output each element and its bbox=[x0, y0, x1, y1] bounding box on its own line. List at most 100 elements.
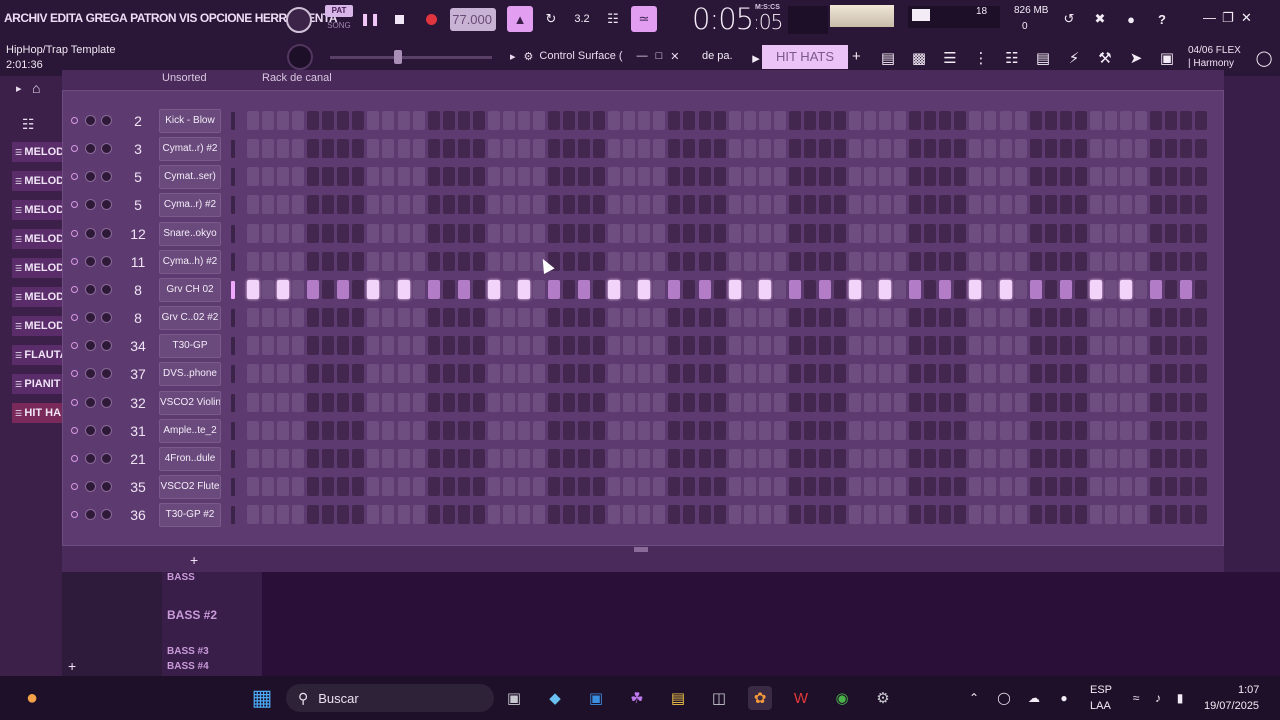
step-button[interactable] bbox=[337, 448, 350, 468]
step-button[interactable] bbox=[1104, 505, 1117, 525]
step-button[interactable] bbox=[668, 167, 681, 187]
channel-rack-button[interactable]: ☰ bbox=[938, 46, 962, 70]
step-button[interactable] bbox=[954, 195, 967, 215]
step-button[interactable] bbox=[1014, 139, 1027, 159]
step-button[interactable] bbox=[487, 336, 500, 356]
step-button[interactable] bbox=[502, 308, 515, 328]
step-button[interactable] bbox=[487, 111, 500, 130]
step-button[interactable] bbox=[578, 251, 591, 271]
step-button[interactable] bbox=[668, 392, 681, 412]
step-button[interactable] bbox=[397, 448, 410, 468]
outlook-icon[interactable]: ▣ bbox=[584, 686, 608, 710]
step-button[interactable] bbox=[803, 111, 816, 130]
step-button[interactable] bbox=[999, 392, 1012, 412]
step-button[interactable] bbox=[548, 223, 560, 243]
step-button[interactable] bbox=[894, 279, 907, 299]
step-button[interactable] bbox=[743, 364, 756, 384]
step-button[interactable] bbox=[728, 448, 741, 468]
step-button[interactable] bbox=[382, 336, 395, 356]
step-button[interactable] bbox=[517, 223, 530, 243]
mixer-track-number[interactable]: 36 bbox=[121, 504, 155, 526]
step-button[interactable] bbox=[502, 448, 515, 468]
volume-icon[interactable]: ♪ bbox=[1146, 686, 1170, 710]
step-button[interactable] bbox=[472, 476, 485, 496]
step-button[interactable] bbox=[969, 223, 982, 243]
step-button[interactable] bbox=[1180, 195, 1193, 215]
channel-name-button[interactable]: Kick - Blow bbox=[159, 109, 221, 133]
step-button[interactable] bbox=[563, 448, 576, 468]
step-button[interactable] bbox=[1044, 279, 1057, 299]
step-button[interactable] bbox=[292, 139, 305, 159]
step-button[interactable] bbox=[262, 336, 275, 356]
step-button[interactable] bbox=[1119, 223, 1132, 243]
step-button[interactable] bbox=[502, 364, 515, 384]
step-button[interactable] bbox=[1044, 364, 1057, 384]
step-button[interactable] bbox=[277, 392, 290, 412]
store-button[interactable]: ▣ bbox=[1155, 46, 1179, 70]
step-button[interactable] bbox=[548, 308, 560, 328]
step-button[interactable] bbox=[1074, 505, 1087, 525]
weather-icon[interactable]: ● bbox=[20, 686, 44, 710]
step-button[interactable] bbox=[292, 476, 305, 496]
step-button[interactable] bbox=[442, 195, 455, 215]
step-button[interactable] bbox=[442, 364, 455, 384]
step-button[interactable] bbox=[683, 476, 696, 496]
step-button[interactable] bbox=[1059, 448, 1072, 468]
step-button[interactable] bbox=[608, 111, 621, 130]
step-button[interactable] bbox=[472, 420, 485, 440]
channel-name-button[interactable]: VSCO2 Flute bbox=[159, 474, 221, 499]
step-button[interactable] bbox=[999, 476, 1012, 496]
step-button[interactable] bbox=[307, 139, 320, 159]
step-button[interactable] bbox=[352, 392, 365, 412]
step-button[interactable] bbox=[1059, 476, 1072, 496]
news-panel[interactable]: 04/06 FLEX | Harmony bbox=[1188, 44, 1241, 70]
step-button[interactable] bbox=[593, 476, 606, 496]
step-button[interactable] bbox=[909, 139, 922, 159]
step-button[interactable] bbox=[608, 195, 621, 215]
step-button[interactable] bbox=[969, 364, 982, 384]
step-button[interactable] bbox=[909, 448, 922, 468]
step-button[interactable] bbox=[442, 139, 455, 159]
step-button[interactable] bbox=[397, 195, 410, 215]
step-button[interactable] bbox=[788, 476, 801, 496]
step-button[interactable] bbox=[1089, 476, 1102, 496]
mute-led[interactable] bbox=[71, 117, 78, 124]
step-button[interactable] bbox=[728, 251, 741, 271]
step-button[interactable] bbox=[517, 336, 530, 356]
clock-time[interactable]: 1:07 bbox=[1238, 684, 1259, 696]
step-button[interactable] bbox=[1089, 392, 1102, 412]
step-button[interactable] bbox=[1089, 139, 1102, 159]
step-button[interactable] bbox=[773, 111, 786, 130]
step-button[interactable] bbox=[1180, 251, 1193, 271]
step-button[interactable] bbox=[593, 251, 606, 271]
step-button[interactable] bbox=[788, 364, 801, 384]
step-button[interactable] bbox=[517, 279, 530, 299]
step-button[interactable] bbox=[909, 195, 922, 215]
mixer-track-number[interactable]: 5 bbox=[121, 166, 155, 188]
step-button[interactable] bbox=[698, 195, 711, 215]
step-button[interactable] bbox=[247, 167, 259, 187]
step-button[interactable] bbox=[532, 476, 545, 496]
step-button[interactable] bbox=[653, 364, 666, 384]
step-button[interactable] bbox=[773, 448, 786, 468]
step-button[interactable] bbox=[1134, 448, 1147, 468]
step-button[interactable] bbox=[833, 251, 846, 271]
step-button[interactable] bbox=[472, 167, 485, 187]
step-button[interactable] bbox=[849, 336, 861, 356]
step-button[interactable] bbox=[502, 139, 515, 159]
step-button[interactable] bbox=[472, 392, 485, 412]
step-button[interactable] bbox=[879, 111, 892, 130]
step-button[interactable] bbox=[1014, 308, 1027, 328]
step-button[interactable] bbox=[367, 111, 380, 130]
step-button[interactable] bbox=[1014, 505, 1027, 525]
step-button[interactable] bbox=[1014, 195, 1027, 215]
volume-knob[interactable] bbox=[101, 424, 112, 436]
step-button[interactable] bbox=[743, 448, 756, 468]
pan-knob[interactable] bbox=[85, 227, 96, 239]
step-button[interactable] bbox=[788, 167, 801, 187]
step-button[interactable] bbox=[1074, 167, 1087, 187]
mixer-track-number[interactable]: 3 bbox=[121, 138, 155, 160]
step-button[interactable] bbox=[502, 223, 515, 243]
record-audio-button[interactable]: ● bbox=[1118, 6, 1144, 32]
step-button[interactable] bbox=[984, 308, 997, 328]
